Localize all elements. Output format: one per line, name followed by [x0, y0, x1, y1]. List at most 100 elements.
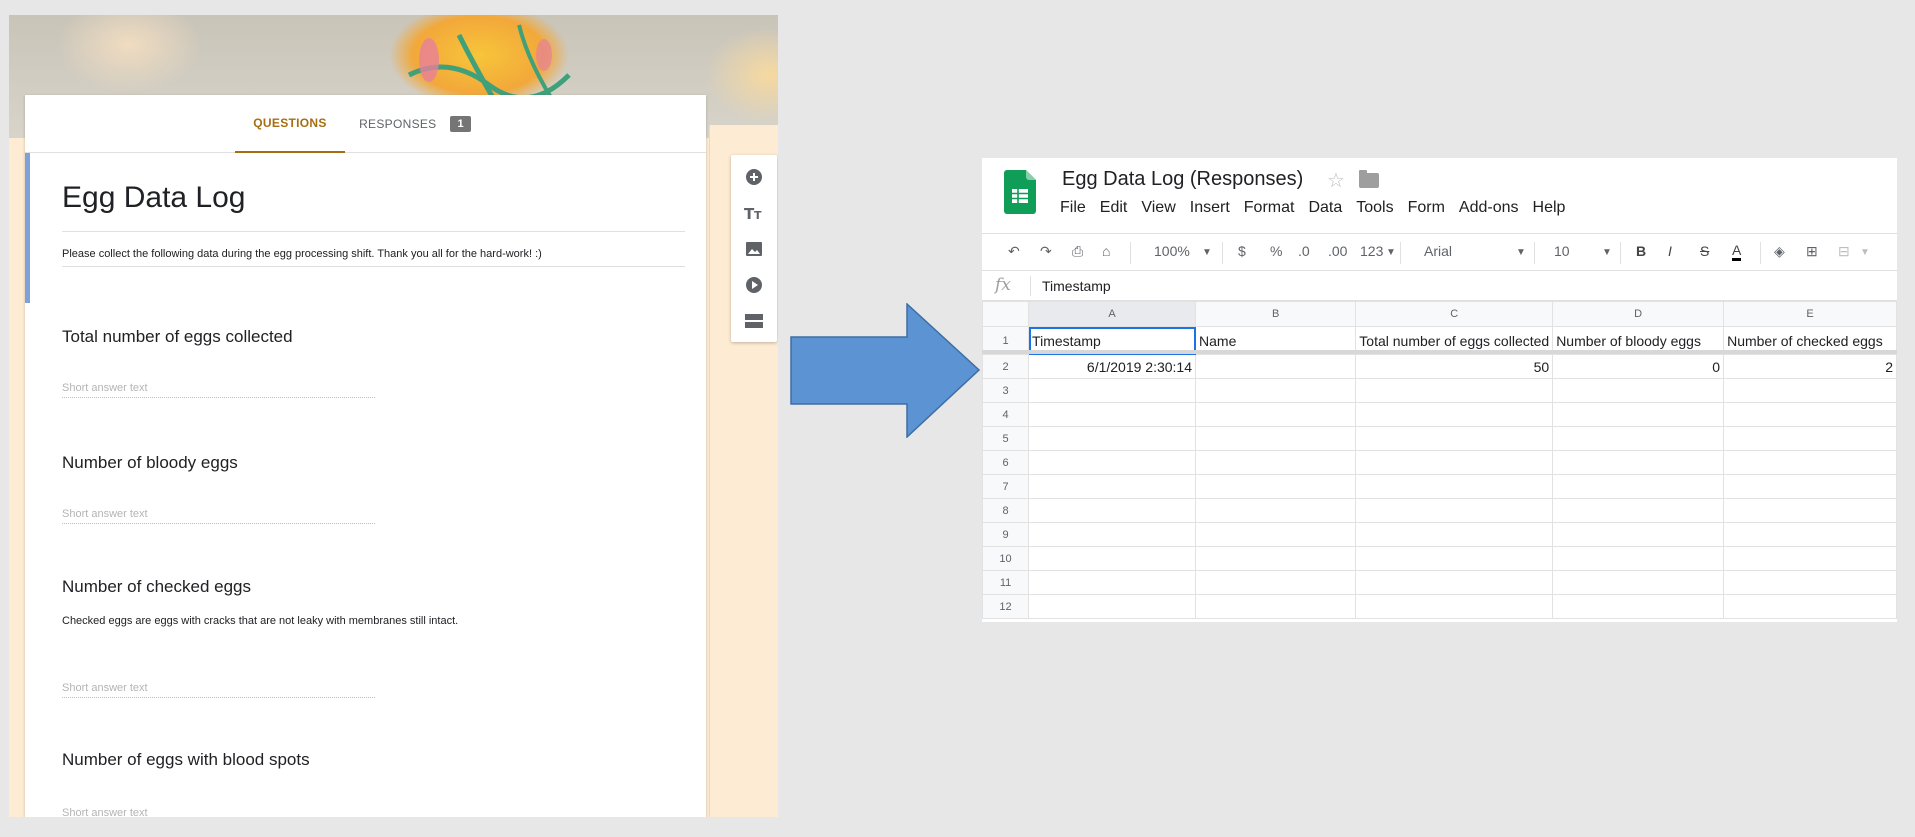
cell[interactable]: [1028, 546, 1197, 571]
cell[interactable]: [1723, 426, 1897, 451]
row-number[interactable]: 11: [982, 570, 1030, 595]
tab-responses[interactable]: RESPONSES 1: [355, 95, 475, 153]
cell[interactable]: [1355, 474, 1554, 499]
zoom-select[interactable]: 100%: [1154, 243, 1190, 259]
text-color-button[interactable]: A: [1732, 243, 1742, 261]
cell[interactable]: [1552, 402, 1725, 427]
form-title[interactable]: Egg Data Log: [62, 181, 245, 215]
add-video-icon[interactable]: [744, 275, 764, 295]
cell[interactable]: [1355, 522, 1554, 547]
sheets-logo-icon[interactable]: [1004, 170, 1036, 214]
cell[interactable]: [1723, 594, 1897, 619]
more-formats-dropdown-icon[interactable]: ▼: [1386, 247, 1396, 258]
cell[interactable]: [1195, 522, 1357, 547]
print-icon[interactable]: ⎙: [1072, 243, 1083, 260]
cell[interactable]: [1028, 426, 1197, 451]
decrease-decimal-button[interactable]: .0: [1298, 243, 1310, 259]
row-number[interactable]: 3: [982, 378, 1030, 403]
cell[interactable]: [1552, 378, 1725, 403]
cell[interactable]: [1355, 378, 1554, 403]
bold-button[interactable]: B: [1636, 243, 1646, 259]
cell[interactable]: [1028, 522, 1197, 547]
cell[interactable]: [1195, 474, 1357, 499]
menu-view[interactable]: View: [1141, 199, 1175, 217]
cell[interactable]: [1028, 474, 1197, 499]
cell[interactable]: [1723, 474, 1897, 499]
menu-tools[interactable]: Tools: [1356, 199, 1393, 217]
cell[interactable]: [1355, 450, 1554, 475]
font-family-select[interactable]: Arial: [1424, 243, 1452, 259]
menu-format[interactable]: Format: [1244, 199, 1295, 217]
tab-questions[interactable]: QUESTIONS: [235, 95, 345, 153]
cell[interactable]: [1723, 522, 1897, 547]
redo-icon[interactable]: ↷: [1040, 243, 1052, 260]
cell[interactable]: [1195, 594, 1357, 619]
cell[interactable]: [1195, 426, 1357, 451]
cell[interactable]: [1355, 426, 1554, 451]
row-number[interactable]: 8: [982, 498, 1030, 523]
row-number[interactable]: 2: [982, 354, 1030, 379]
more-formats-button[interactable]: 123: [1360, 243, 1383, 259]
row-number[interactable]: 9: [982, 522, 1030, 547]
cell[interactable]: [1028, 450, 1197, 475]
form-description[interactable]: Please collect the following data during…: [62, 248, 542, 260]
merge-dropdown-icon[interactable]: ▼: [1860, 247, 1870, 258]
cell-e2[interactable]: 2: [1723, 354, 1897, 379]
fill-color-icon[interactable]: ◈: [1774, 243, 1785, 260]
cell[interactable]: [1355, 402, 1554, 427]
question-item[interactable]: Total number of eggs collected: [62, 327, 293, 347]
cell[interactable]: [1552, 474, 1725, 499]
cell[interactable]: [1355, 594, 1554, 619]
cell[interactable]: [1028, 402, 1197, 427]
row-number[interactable]: 7: [982, 474, 1030, 499]
cell[interactable]: [1552, 594, 1725, 619]
cell[interactable]: [1723, 378, 1897, 403]
menu-file[interactable]: File: [1060, 199, 1086, 217]
cell[interactable]: [1552, 546, 1725, 571]
column-header-e[interactable]: E: [1723, 301, 1897, 327]
font-size-dropdown-icon[interactable]: ▼: [1602, 247, 1612, 258]
question-item[interactable]: Number of eggs with blood spots: [62, 750, 310, 770]
add-section-icon[interactable]: [744, 311, 764, 331]
cell-b2[interactable]: [1195, 354, 1357, 379]
cell[interactable]: [1723, 570, 1897, 595]
row-number[interactable]: 12: [982, 594, 1030, 619]
strikethrough-button[interactable]: S: [1700, 243, 1709, 259]
borders-icon[interactable]: ⊞: [1806, 243, 1818, 260]
column-header-d[interactable]: D: [1552, 301, 1725, 327]
zoom-dropdown-icon[interactable]: ▼: [1202, 247, 1212, 258]
row-number[interactable]: 6: [982, 450, 1030, 475]
merge-cells-icon[interactable]: ⊟: [1838, 243, 1850, 260]
cell[interactable]: [1195, 402, 1357, 427]
cell[interactable]: [1195, 450, 1357, 475]
column-header-a[interactable]: A: [1028, 301, 1197, 327]
column-header-c[interactable]: C: [1355, 301, 1554, 327]
select-all-corner[interactable]: [982, 301, 1030, 327]
cell[interactable]: [1028, 378, 1197, 403]
cell[interactable]: [1552, 426, 1725, 451]
add-question-icon[interactable]: [744, 167, 764, 187]
font-size-select[interactable]: 10: [1554, 243, 1570, 259]
frozen-row-divider[interactable]: [982, 350, 1897, 354]
cell[interactable]: [1723, 402, 1897, 427]
column-header-b[interactable]: B: [1195, 301, 1357, 327]
cell[interactable]: [1028, 498, 1197, 523]
cell[interactable]: [1028, 570, 1197, 595]
document-title[interactable]: Egg Data Log (Responses): [1062, 168, 1303, 191]
cell[interactable]: [1355, 546, 1554, 571]
cell[interactable]: [1723, 450, 1897, 475]
star-icon[interactable]: ☆: [1327, 168, 1345, 193]
percent-format-button[interactable]: %: [1270, 243, 1282, 259]
menu-addons[interactable]: Add-ons: [1459, 199, 1519, 217]
cell[interactable]: [1723, 498, 1897, 523]
cell[interactable]: [1195, 498, 1357, 523]
cell[interactable]: [1552, 498, 1725, 523]
row-number[interactable]: 5: [982, 426, 1030, 451]
paint-format-icon[interactable]: ⌂: [1102, 243, 1110, 259]
cell[interactable]: [1552, 450, 1725, 475]
menu-data[interactable]: Data: [1308, 199, 1342, 217]
italic-button[interactable]: I: [1668, 243, 1672, 259]
folder-icon[interactable]: [1359, 170, 1379, 188]
menu-form[interactable]: Form: [1408, 199, 1445, 217]
cell-d2[interactable]: 0: [1552, 354, 1725, 379]
